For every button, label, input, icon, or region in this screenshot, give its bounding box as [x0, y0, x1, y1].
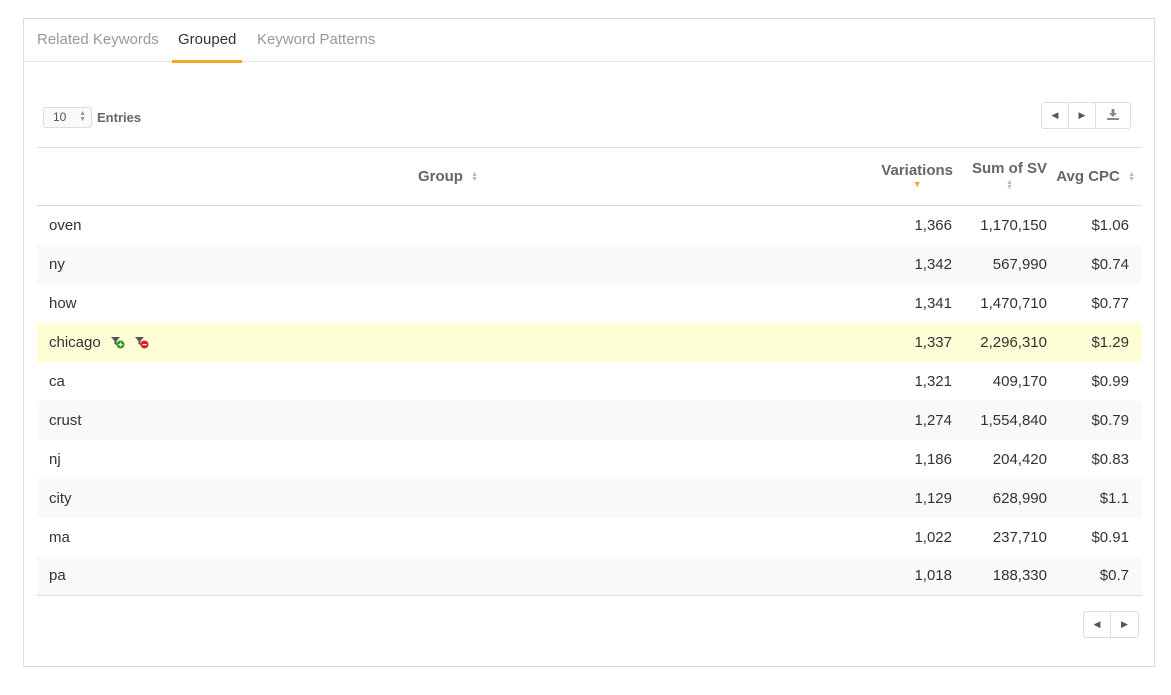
table-row[interactable]: pa 1,018 188,330 $0.7 [37, 556, 1142, 596]
cell-avg-cpc: $0.91 [1091, 528, 1129, 546]
header-variations-label: Variations [881, 162, 953, 179]
tab-keyword-patterns[interactable]: Keyword Patterns [257, 19, 375, 62]
cell-avg-cpc: $0.77 [1091, 294, 1129, 312]
bottom-pager: ◀ ▶ [1083, 611, 1139, 638]
tab-grouped[interactable]: Grouped [172, 19, 243, 63]
cell-sum-sv: 1,170,150 [980, 216, 1047, 234]
select-arrows-icon: ▲ ▼ [79, 110, 86, 123]
entries-select[interactable]: 10 ▲ ▼ [43, 107, 92, 128]
filter-add-icon[interactable] [110, 336, 125, 349]
cell-variations: 1,366 [914, 216, 952, 234]
cell-group: city [49, 489, 72, 507]
cell-sum-sv: 2,296,310 [980, 333, 1047, 351]
cell-sum-sv: 567,990 [992, 255, 1047, 273]
active-tab-underline [172, 60, 243, 63]
cell-group: crust [49, 411, 82, 429]
keyword-panel: Related Keywords Grouped Keyword Pattern… [23, 18, 1155, 667]
entries-value: 10 [53, 110, 67, 124]
header-group[interactable]: Group ▲ ▼ [37, 148, 859, 206]
cell-sum-sv: 409,170 [992, 372, 1047, 390]
cell-group: chicago [37, 323, 859, 362]
header-group-label: Group [417, 168, 463, 185]
next-page-button[interactable]: ▶ [1111, 612, 1138, 637]
header-sum-sv-label: Sum of SV [971, 160, 1047, 177]
sort-desc-icon: ▼ [912, 179, 922, 189]
cell-group: pa [49, 567, 66, 585]
cell-group: nj [49, 450, 61, 468]
cell-variations: 1,342 [914, 255, 952, 273]
table-row[interactable]: ny 1,342 567,990 $0.74 [37, 244, 1142, 284]
cell-avg-cpc: $0.79 [1091, 411, 1129, 429]
filter-remove-icon[interactable] [135, 336, 149, 349]
header-variations[interactable]: Variations ▼ [859, 148, 960, 206]
table-row[interactable]: how 1,341 1,470,710 $0.77 [37, 284, 1142, 323]
top-pager: ◀ ▶ [1041, 102, 1131, 129]
tab-bar: Related Keywords Grouped Keyword Pattern… [24, 19, 1154, 63]
table-row[interactable]: crust 1,274 1,554,840 $0.79 [37, 400, 1142, 440]
cell-avg-cpc: $0.83 [1091, 450, 1129, 468]
grouped-keywords-table: Group ▲ ▼ Variations ▼ Sum of SV ▲ ▼ Avg… [37, 147, 1142, 596]
cell-avg-cpc: $0.99 [1091, 372, 1129, 390]
cell-sum-sv: 188,330 [992, 567, 1047, 585]
table-row[interactable]: ma 1,022 237,710 $0.91 [37, 518, 1142, 557]
cell-sum-sv: 204,420 [992, 450, 1047, 468]
cell-variations: 1,022 [914, 528, 952, 546]
cell-variations: 1,337 [914, 333, 952, 351]
table-row[interactable]: oven 1,366 1,170,150 $1.06 [37, 206, 1142, 245]
table-row[interactable]: nj 1,186 204,420 $0.83 [37, 440, 1142, 479]
table-row[interactable]: ca 1,321 409,170 $0.99 [37, 362, 1142, 401]
cell-avg-cpc: $0.74 [1091, 255, 1129, 273]
sort-icon: ▲ ▼ [471, 171, 479, 184]
tab-related-keywords[interactable]: Related Keywords [37, 19, 159, 62]
cell-sum-sv: 1,470,710 [980, 294, 1047, 312]
download-icon [1107, 109, 1119, 122]
next-page-button[interactable]: ▶ [1069, 103, 1096, 128]
sort-icon: ▲ ▼ [1006, 179, 1013, 191]
cell-group: ma [49, 528, 70, 546]
header-avg-cpc-label: Avg CPC [1056, 168, 1120, 185]
tab-grouped-label: Grouped [178, 31, 237, 48]
sort-icon: ▲ ▼ [1128, 171, 1135, 184]
cell-variations: 1,186 [914, 450, 952, 468]
cell-variations: 1,321 [914, 372, 952, 390]
cell-variations: 1,341 [914, 294, 952, 312]
table-row-highlighted[interactable]: chicago 1,337 2,296,310 $1.29 [37, 322, 1142, 362]
header-avg-cpc[interactable]: Avg CPC ▲ ▼ [1054, 148, 1142, 206]
header-sum-sv[interactable]: Sum of SV ▲ ▼ [960, 148, 1054, 206]
cell-group: oven [49, 216, 82, 234]
prev-page-button[interactable]: ◀ [1084, 612, 1111, 637]
cell-variations: 1,129 [914, 489, 952, 507]
cell-variations: 1,274 [914, 411, 952, 429]
chevron-right-icon: ▶ [1121, 619, 1128, 629]
cell-avg-cpc: $1.29 [1091, 333, 1129, 351]
cell-avg-cpc: $0.7 [1099, 567, 1129, 585]
download-button[interactable] [1096, 103, 1130, 128]
cell-group: ca [49, 372, 65, 390]
cell-group: how [49, 294, 77, 312]
cell-group-label: chicago [49, 333, 101, 351]
cell-avg-cpc: $1.06 [1091, 216, 1129, 234]
cell-sum-sv: 628,990 [992, 489, 1047, 507]
cell-group: ny [49, 255, 65, 273]
table-header-row: Group ▲ ▼ Variations ▼ Sum of SV ▲ ▼ Avg… [37, 147, 1142, 206]
cell-avg-cpc: $1.1 [1099, 489, 1129, 507]
prev-page-button[interactable]: ◀ [1042, 103, 1069, 128]
cell-sum-sv: 237,710 [992, 528, 1047, 546]
entries-label: Entries [97, 110, 142, 125]
chevron-right-icon: ▶ [1078, 110, 1086, 120]
table-row[interactable]: city 1,129 628,990 $1.1 [37, 478, 1142, 518]
chevron-left-icon: ◀ [1093, 619, 1101, 629]
chevron-left-icon: ◀ [1051, 110, 1059, 120]
cell-variations: 1,018 [914, 567, 952, 585]
cell-sum-sv: 1,554,840 [980, 411, 1047, 429]
